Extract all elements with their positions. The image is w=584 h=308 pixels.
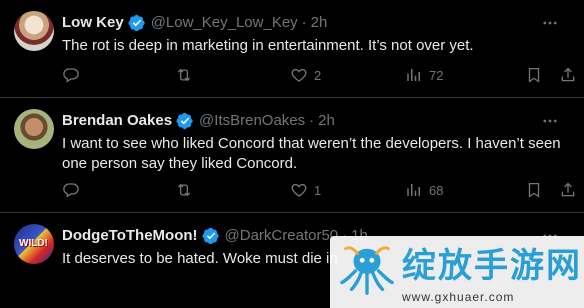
repost-button[interactable] bbox=[175, 181, 199, 199]
like-count: 2 bbox=[314, 67, 322, 83]
share-icon bbox=[559, 66, 577, 84]
site-watermark: 绽放手游网 www.gxhuaer.com bbox=[330, 236, 584, 308]
repost-icon bbox=[175, 181, 193, 199]
bar-chart-icon bbox=[405, 181, 423, 199]
heart-icon bbox=[290, 66, 308, 84]
reply-icon bbox=[62, 66, 80, 84]
like-button[interactable]: 1 bbox=[290, 181, 321, 199]
reply-button[interactable] bbox=[62, 181, 86, 199]
separator-dot: · bbox=[301, 14, 307, 31]
tweet-text: I want to see who liked Concord that wer… bbox=[62, 135, 561, 172]
view-count: 72 bbox=[429, 67, 444, 83]
reply-icon bbox=[62, 181, 80, 199]
view-count: 68 bbox=[429, 182, 444, 198]
share-button[interactable] bbox=[559, 66, 577, 84]
repost-button[interactable] bbox=[175, 66, 199, 84]
like-button[interactable]: 2 bbox=[290, 66, 321, 84]
author-handle[interactable]: @ItsBrenOakes bbox=[199, 111, 305, 131]
heart-icon bbox=[290, 181, 308, 199]
bookmark-button[interactable] bbox=[525, 181, 543, 199]
verified-badge-icon bbox=[202, 227, 220, 245]
watermark-url: www.gxhuaer.com bbox=[402, 290, 515, 304]
watermark-title: 绽放手游网 bbox=[402, 246, 582, 286]
tweet[interactable]: Low Key @Low_Key_Low_Key · 2h The rot is… bbox=[0, 0, 584, 98]
author-name[interactable]: Low Key bbox=[62, 13, 124, 33]
timestamp[interactable]: 2h bbox=[318, 111, 335, 131]
repost-icon bbox=[175, 66, 193, 84]
views-button[interactable]: 68 bbox=[405, 181, 443, 199]
bar-chart-icon bbox=[405, 66, 423, 84]
share-button[interactable] bbox=[559, 181, 577, 199]
tweet[interactable]: Brendan Oakes @ItsBrenOakes · 2h I want … bbox=[0, 98, 584, 213]
verified-badge-icon bbox=[176, 112, 194, 130]
author-handle[interactable]: @Low_Key_Low_Key bbox=[151, 13, 298, 33]
verified-badge-icon bbox=[128, 14, 146, 32]
author-handle[interactable]: @DarkCreator50 bbox=[225, 226, 339, 246]
action-bar: 2 72 bbox=[62, 66, 564, 86]
avatar-text: WILD! bbox=[19, 238, 48, 249]
separator-dot: · bbox=[309, 112, 315, 129]
action-bar: 1 68 bbox=[62, 181, 564, 201]
tweet-header: Brendan Oakes @ItsBrenOakes · 2h bbox=[62, 111, 544, 131]
share-icon bbox=[559, 181, 577, 199]
octopus-logo-icon bbox=[340, 246, 394, 295]
avatar[interactable]: WILD! bbox=[14, 224, 54, 264]
author-name[interactable]: Brendan Oakes bbox=[62, 111, 172, 131]
more-options-icon[interactable] bbox=[540, 112, 560, 130]
more-options-icon[interactable] bbox=[540, 14, 560, 32]
timestamp[interactable]: 2h bbox=[311, 13, 328, 33]
bookmark-icon bbox=[525, 66, 543, 84]
avatar[interactable] bbox=[14, 11, 54, 51]
avatar[interactable] bbox=[14, 109, 54, 149]
bookmark-button[interactable] bbox=[525, 66, 543, 84]
tweet-header: Low Key @Low_Key_Low_Key · 2h bbox=[62, 13, 544, 33]
reply-button[interactable] bbox=[62, 66, 86, 84]
tweet-text: The rot is deep in marketing in entertai… bbox=[62, 37, 474, 54]
author-name[interactable]: DodgeToTheMoon! bbox=[62, 226, 198, 246]
views-button[interactable]: 72 bbox=[405, 66, 443, 84]
like-count: 1 bbox=[314, 182, 322, 198]
bookmark-icon bbox=[525, 181, 543, 199]
